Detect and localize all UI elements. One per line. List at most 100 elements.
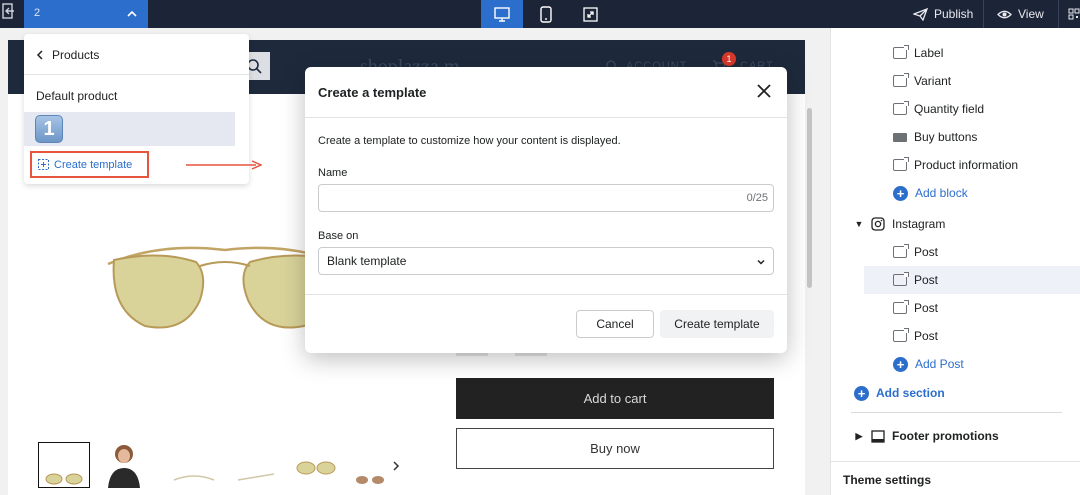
name-character-counter: 0/25 xyxy=(746,192,768,204)
model-thumbnail-image xyxy=(108,445,140,488)
publish-button[interactable]: Publish xyxy=(913,0,973,28)
create-template-button[interactable]: Create template xyxy=(660,310,774,338)
plus-circle-icon: + xyxy=(854,385,869,401)
send-icon xyxy=(913,7,928,21)
product-thumbnail[interactable] xyxy=(38,442,90,488)
product-thumbnail[interactable] xyxy=(348,442,388,488)
glasses-thumbnail-image xyxy=(296,461,336,475)
instagram-post-item[interactable]: Post xyxy=(893,270,938,290)
sidebar-footer-divider xyxy=(831,461,1080,462)
block-icon xyxy=(893,272,909,286)
block-item-product-information[interactable]: Product information xyxy=(893,155,1018,175)
dialog-header-divider xyxy=(305,117,787,118)
add-post-button[interactable]: + Add Post xyxy=(893,354,964,374)
instagram-icon xyxy=(871,217,885,231)
back-to-products-link[interactable]: Products xyxy=(36,48,99,62)
block-icon xyxy=(893,157,909,171)
block-item-quantity-field[interactable]: Quantity field xyxy=(893,99,984,119)
section-footer-promotions[interactable]: ▶ Footer promotions xyxy=(854,426,999,446)
block-item-label[interactable]: Label xyxy=(893,43,943,63)
create-template-dialog: Create a template Create a template to c… xyxy=(305,67,787,353)
product-thumbnail[interactable] xyxy=(230,442,282,488)
exit-icon[interactable] xyxy=(0,3,18,23)
default-product-option[interactable]: Default product xyxy=(36,89,117,103)
product-thumbnail[interactable] xyxy=(290,442,342,488)
plus-circle-icon: + xyxy=(893,356,908,372)
block-item-buy-buttons[interactable]: Buy buttons xyxy=(893,127,977,147)
chevron-up-icon xyxy=(127,10,137,17)
dialog-description: Create a template to customize how your … xyxy=(318,135,621,147)
product-thumbnail[interactable] xyxy=(98,442,150,488)
preview-scrollbar[interactable] xyxy=(807,108,812,288)
qr-code-icon xyxy=(1068,8,1080,20)
page-selector[interactable]: 2 xyxy=(24,0,148,28)
button-block-icon xyxy=(893,132,907,142)
post-label: Post xyxy=(914,273,939,287)
buy-now-button[interactable]: Buy now xyxy=(456,428,774,469)
dialog-title: Create a template xyxy=(318,85,427,100)
topbar-divider xyxy=(983,0,984,28)
glasses-thumbnail-image xyxy=(237,473,275,481)
glasses-thumbnail-image xyxy=(173,475,215,481)
caret-right-icon: ▶ xyxy=(855,430,863,441)
chevron-left-icon xyxy=(36,50,43,60)
mobile-view-button[interactable] xyxy=(525,0,567,28)
block-item-buy-buttons-text: Buy buttons xyxy=(914,130,978,144)
fullscreen-button[interactable] xyxy=(569,0,611,28)
create-template-link[interactable]: Create template xyxy=(30,151,149,178)
close-icon[interactable] xyxy=(755,82,773,100)
block-item-label-text: Label xyxy=(914,46,944,60)
name-field-label: Name xyxy=(318,167,348,179)
cancel-button[interactable]: Cancel xyxy=(576,310,654,338)
base-on-label: Base on xyxy=(318,230,359,242)
dropdown-divider xyxy=(24,74,249,75)
eye-icon xyxy=(997,10,1012,18)
mobile-icon xyxy=(540,5,552,23)
block-icon xyxy=(893,328,909,342)
topbar-divider xyxy=(1058,0,1059,28)
add-to-cart-button[interactable]: Add to cart xyxy=(456,378,774,419)
add-section-button[interactable]: + Add section xyxy=(854,383,945,403)
footer-icon xyxy=(871,429,885,443)
block-icon xyxy=(893,244,909,258)
sidebar-divider xyxy=(851,412,1062,413)
add-block-label: Add block xyxy=(915,186,968,200)
create-template-label: Create template xyxy=(54,158,133,171)
caret-down-icon: ▼ xyxy=(854,219,864,229)
add-post-label: Add Post xyxy=(915,357,964,371)
annotation-arrow xyxy=(186,160,262,170)
cart-count-badge: 1 xyxy=(722,52,736,66)
plus-circle-icon: + xyxy=(893,185,908,201)
template-name-input[interactable] xyxy=(318,184,774,212)
add-template-icon xyxy=(38,159,49,170)
chevron-right-icon[interactable] xyxy=(391,460,401,472)
qr-code-button[interactable] xyxy=(1068,0,1080,28)
block-item-variant[interactable]: Variant xyxy=(893,71,951,91)
back-label: Products xyxy=(52,48,100,62)
page-selector-label: 2 xyxy=(34,7,41,19)
instagram-post-item[interactable]: Post xyxy=(893,298,938,318)
section-instagram[interactable]: ▼ Instagram xyxy=(854,214,946,234)
block-item-variant-text: Variant xyxy=(914,74,952,88)
publish-label: Publish xyxy=(934,7,974,21)
add-block-button[interactable]: + Add block xyxy=(893,183,968,203)
footer-promotions-label: Footer promotions xyxy=(892,429,999,443)
glasses-thumbnail-image xyxy=(45,473,83,485)
theme-settings-link[interactable]: Theme settings xyxy=(843,473,931,487)
selected-template-row[interactable]: 1 xyxy=(24,112,235,146)
product-thumbnail[interactable] xyxy=(168,442,220,488)
desktop-view-button[interactable] xyxy=(481,0,523,28)
post-label: Post xyxy=(914,245,939,259)
block-item-quantity-text: Quantity field xyxy=(914,102,985,116)
editor-topbar: 2 Publish View xyxy=(0,0,1080,28)
dialog-footer-divider xyxy=(305,294,787,295)
block-item-product-info-text: Product information xyxy=(914,158,1019,172)
instagram-post-item[interactable]: Post xyxy=(893,326,938,346)
block-icon xyxy=(893,300,909,314)
instagram-post-item[interactable]: Post xyxy=(893,242,938,262)
glasses-thumbnail-image xyxy=(356,476,384,484)
base-template-select[interactable]: Blank template xyxy=(318,247,774,275)
add-section-label: Add section xyxy=(876,386,945,400)
post-label: Post xyxy=(914,329,939,343)
view-button[interactable]: View xyxy=(997,0,1044,28)
